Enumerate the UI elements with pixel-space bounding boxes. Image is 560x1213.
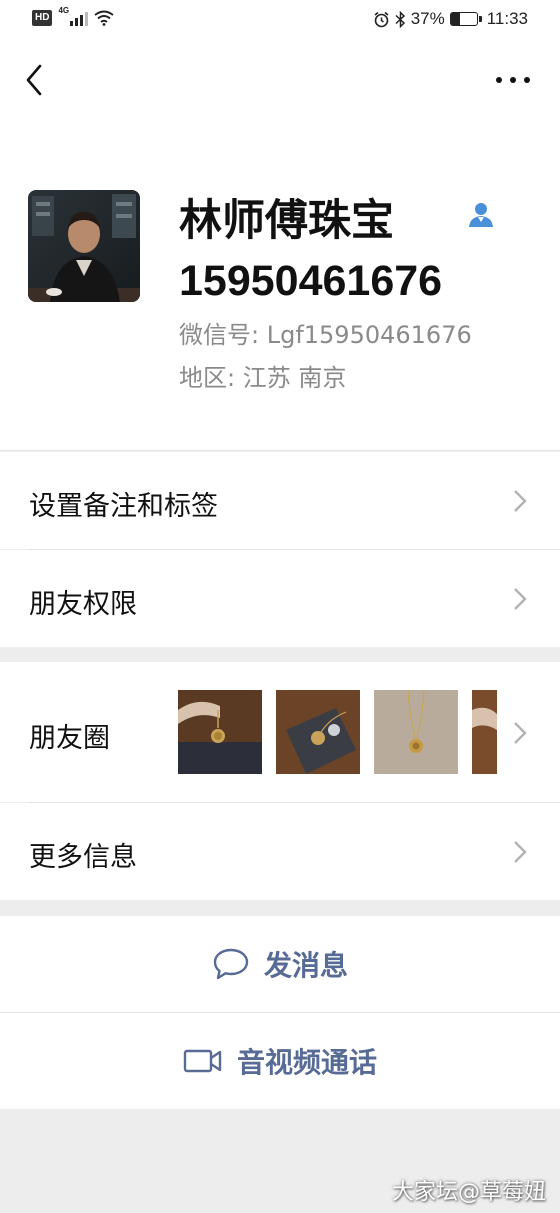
more-dot-icon: [524, 77, 530, 83]
contact-person-icon: [466, 200, 496, 230]
top-nav: [0, 40, 560, 120]
more-dot-icon: [510, 77, 516, 83]
clock: 11:33: [486, 9, 528, 28]
moments-thumbnail: [374, 690, 458, 774]
moments-thumbnail: [276, 690, 360, 774]
chat-bubble-icon: [213, 948, 249, 980]
watermark: 大家坛@草莓妞: [391, 1180, 546, 1205]
more-info-label: 更多信息: [29, 842, 137, 873]
avatar-photo: [28, 190, 140, 302]
status-bar: HD 4G 37% 11:33: [0, 0, 560, 40]
more-dot-icon: [496, 77, 502, 83]
signal-icon: 4G: [58, 6, 89, 26]
video-call-label: 音视频通话: [236, 1046, 377, 1079]
battery-icon: [449, 12, 482, 26]
chevron-right-icon: [514, 841, 527, 863]
chevron-right-icon: [514, 722, 527, 744]
wifi-icon: [94, 10, 115, 26]
more-options-button[interactable]: [496, 68, 530, 92]
status-right: 37% 11:33: [373, 9, 528, 29]
hd-badge: HD: [32, 10, 53, 26]
status-left: HD 4G: [32, 6, 115, 26]
bluetooth-icon: [395, 10, 405, 28]
battery-percent: 37%: [410, 9, 445, 28]
alarm-icon: [374, 11, 389, 27]
wechat-id: 微信号: Lgf15950461676: [179, 321, 472, 349]
moments-row[interactable]: 朋友圈: [0, 662, 560, 802]
remarks-tags-label: 设置备注和标签: [29, 491, 218, 522]
friend-permissions-label: 朋友权限: [29, 589, 137, 620]
region: 地区: 江苏 南京: [179, 364, 347, 392]
send-message-label: 发消息: [263, 949, 348, 982]
more-info-row[interactable]: 更多信息: [0, 803, 560, 900]
chevron-right-icon: [514, 490, 527, 512]
moments-label: 朋友圈: [29, 723, 110, 754]
chevron-right-icon: [514, 588, 527, 610]
video-camera-icon: [183, 1049, 222, 1073]
contact-name: 林师傅珠宝: [179, 196, 394, 246]
network-type: 4G: [58, 6, 70, 15]
profile-header: 林师傅珠宝 15950461676 微信号: Lgf15950461676 地区…: [0, 120, 560, 451]
back-button[interactable]: [20, 60, 50, 100]
moments-thumbnail: [178, 690, 262, 774]
avatar[interactable]: [28, 190, 140, 302]
video-call-button[interactable]: 音视频通话: [0, 1013, 560, 1109]
remarks-tags-row[interactable]: 设置备注和标签: [0, 452, 560, 549]
moments-thumbnail: [472, 690, 497, 774]
send-message-button[interactable]: 发消息: [0, 916, 560, 1012]
contact-name-phone: 15950461676: [179, 257, 443, 305]
friend-permissions-row[interactable]: 朋友权限: [0, 550, 560, 647]
back-arrow-icon: [26, 64, 42, 96]
battery-level: [450, 13, 461, 25]
